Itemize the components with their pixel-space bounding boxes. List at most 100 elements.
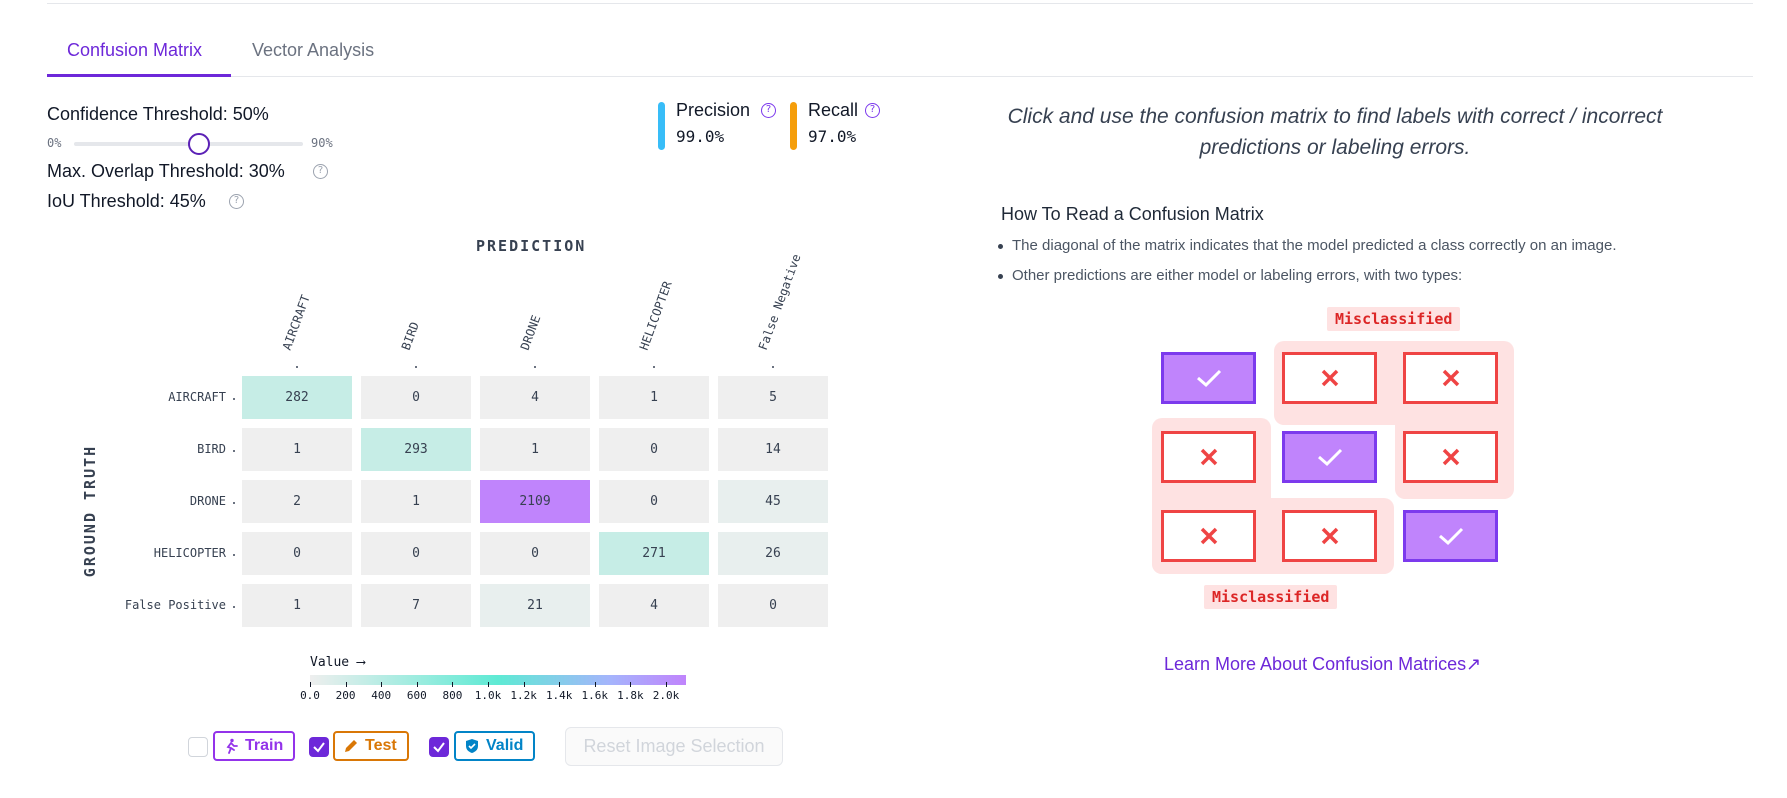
test-label: Test <box>365 737 397 754</box>
reset-image-selection-button[interactable]: Reset Image Selection <box>565 727 783 766</box>
legend-tick-label: 200 <box>335 689 356 702</box>
x-icon <box>1442 448 1459 466</box>
matrix-cell[interactable]: 4 <box>480 376 590 419</box>
row-label: False Positive <box>124 598 226 612</box>
check-icon <box>313 742 325 753</box>
overlap-help-icon[interactable]: ? <box>313 164 328 179</box>
matrix-cell[interactable]: 1 <box>242 584 352 627</box>
legend-tick-mark <box>310 682 311 687</box>
column-label: DRONE <box>517 313 544 352</box>
precision-help-icon[interactable]: ? <box>761 103 776 118</box>
row-tick <box>233 449 235 452</box>
matrix-cell[interactable]: 21 <box>480 584 590 627</box>
slider-max-label: 90% <box>311 136 333 150</box>
x-icon <box>1200 448 1217 466</box>
howto-bullet-1: The diagonal of the matrix indicates tha… <box>1012 237 1617 254</box>
diagram-error-cell <box>1161 510 1256 562</box>
diagram-error-cell <box>1161 431 1256 483</box>
matrix-cell[interactable]: 1 <box>480 428 590 471</box>
legend-tick-mark <box>559 682 561 687</box>
matrix-cell[interactable]: 0 <box>361 532 471 575</box>
test-split-button[interactable]: Test <box>333 731 409 761</box>
matrix-cell[interactable]: 0 <box>599 428 709 471</box>
row-label: HELICOPTER <box>153 546 226 560</box>
valid-split-button[interactable]: Valid <box>454 731 536 761</box>
matrix-cell[interactable]: 0 <box>718 584 828 627</box>
precision-label: Precision <box>676 100 751 120</box>
legend-tick-label: 1.4k <box>545 689 573 702</box>
matrix-cell[interactable]: 1 <box>361 480 471 523</box>
matrix-cell[interactable]: 0 <box>480 532 590 575</box>
legend-tick-label: 1.8k <box>617 689 644 702</box>
recall-value: 97.0% <box>808 127 857 146</box>
column-label: HELICOPTER <box>636 279 675 352</box>
instruction-text: Click and use the confusion matrix to fi… <box>1007 105 1663 159</box>
diagram-error-cell <box>1282 352 1377 404</box>
legend-title: Value ⟶ <box>310 655 365 670</box>
legend-tick-label: 1.6k <box>581 689 609 702</box>
train-split-button[interactable]: Train <box>213 731 296 761</box>
recall-help-icon[interactable]: ? <box>865 103 880 118</box>
column-tick <box>653 366 655 368</box>
column-tick <box>534 366 536 368</box>
matrix-cell[interactable]: 4 <box>599 584 709 627</box>
matrix-cell[interactable]: 0 <box>242 532 352 575</box>
legend-tick-label: 0.0 <box>300 689 320 702</box>
bullet-dot <box>998 244 1003 249</box>
matrix-cell[interactable]: 5 <box>718 376 828 419</box>
matrix-cell[interactable]: 1 <box>242 428 352 471</box>
column-label: AIRCRAFT <box>279 292 313 352</box>
check-icon <box>433 742 445 753</box>
matrix-cell[interactable]: 26 <box>718 532 828 575</box>
legend-tick-label: 1.2k <box>510 689 537 702</box>
checkmark-icon <box>1317 448 1342 467</box>
iou-help-icon[interactable]: ? <box>229 194 244 209</box>
x-icon <box>1321 369 1338 387</box>
matrix-cell[interactable]: 271 <box>599 532 709 575</box>
x-icon <box>1200 527 1217 545</box>
test-checkbox[interactable] <box>309 737 329 757</box>
legend-tick-mark <box>488 682 489 687</box>
row-tick <box>233 605 235 608</box>
row-label: AIRCRAFT <box>168 390 226 404</box>
matrix-cell[interactable]: 293 <box>361 428 471 471</box>
row-tick <box>233 397 235 400</box>
legend-tick-label: 800 <box>442 689 463 702</box>
legend-tick-mark <box>594 682 596 687</box>
matrix-cell[interactable]: 2 <box>242 480 352 523</box>
matrix-cell[interactable]: 2109 <box>480 480 590 523</box>
row-label: BIRD <box>197 442 226 456</box>
train-checkbox[interactable] <box>188 737 208 757</box>
matrix-cell[interactable]: 45 <box>718 480 828 523</box>
row-label: DRONE <box>189 494 226 508</box>
precision-value: 99.0% <box>676 127 725 146</box>
diagram-correct-cell <box>1161 352 1256 404</box>
prediction-axis-title: PREDICTION <box>476 237 587 255</box>
tab-bar: Confusion Matrix Vector Analysis <box>47 36 1753 77</box>
confidence-slider-thumb[interactable] <box>188 133 210 155</box>
x-icon <box>1442 369 1459 387</box>
overlap-threshold-label: Max. Overlap Threshold: 30% <box>47 161 285 181</box>
iou-threshold-label: IoU Threshold: 45% <box>47 191 206 211</box>
matrix-cell[interactable]: 282 <box>242 376 352 419</box>
train-label: Train <box>245 737 284 754</box>
matrix-cell[interactable]: 0 <box>361 376 471 419</box>
valid-checkbox[interactable] <box>429 737 449 757</box>
matrix-cell[interactable]: 1 <box>599 376 709 419</box>
legend-tick-mark <box>416 682 418 687</box>
legend-tick-mark <box>666 682 667 687</box>
learn-more-link[interactable]: Learn More About Confusion Matrices↗ <box>1164 654 1481 675</box>
valid-label: Valid <box>486 737 524 754</box>
misclassified-tag-bottom: Misclassified <box>1204 585 1338 609</box>
matrix-cell[interactable]: 14 <box>718 428 828 471</box>
matrix-cell[interactable]: 7 <box>361 584 471 627</box>
tab-confusion-matrix[interactable]: Confusion Matrix <box>67 40 202 61</box>
diagram-correct-cell <box>1282 431 1377 483</box>
matrix-cell[interactable]: 0 <box>599 480 709 523</box>
diagram-error-cell <box>1403 352 1498 404</box>
x-icon <box>1321 527 1338 545</box>
diagram-error-cell <box>1403 431 1498 483</box>
tab-vector-analysis[interactable]: Vector Analysis <box>252 40 374 61</box>
legend-tick-label: 1.0k <box>474 689 502 702</box>
bullet-dot <box>998 274 1003 279</box>
